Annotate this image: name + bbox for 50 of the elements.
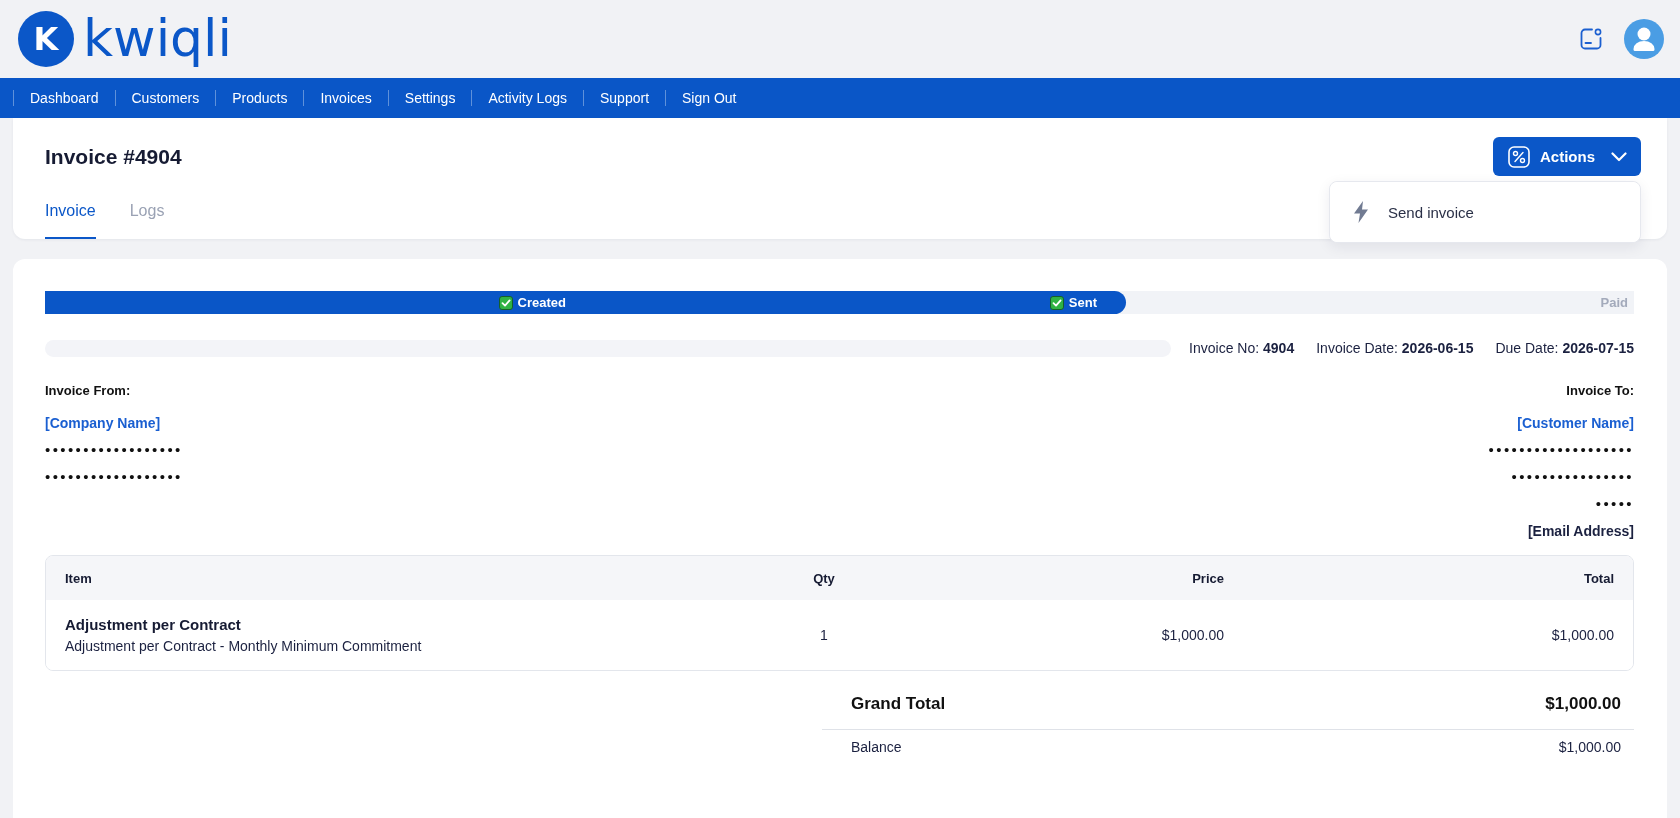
column-header: Item	[65, 570, 92, 586]
step-label: Created	[517, 295, 566, 310]
tab[interactable]: Invoice	[45, 184, 96, 239]
masked-address-line: ••••••••••••••••••	[45, 440, 183, 460]
total-value: $1,000.00	[1558, 739, 1621, 755]
party-heading: Invoice From:	[45, 382, 131, 400]
avatar-icon[interactable]	[1624, 19, 1664, 59]
nav-link[interactable]: Sign Out	[666, 89, 753, 107]
meta-text: Invoice Date: 2026-06-15	[1316, 339, 1474, 358]
lightning-icon	[1354, 201, 1368, 223]
total-value: $1,000.00	[1545, 694, 1621, 714]
nav-link[interactable]: Dashboard	[14, 89, 115, 107]
table-cell: $1,000.00	[1551, 627, 1614, 643]
item-name: Adjustment per Contract	[65, 615, 241, 635]
nav-link[interactable]: Invoices	[304, 89, 388, 107]
masked-address-line: ••••••••••••••••	[1511, 467, 1634, 487]
nav-link[interactable]: Activity Logs	[472, 89, 583, 107]
total-label: Balance	[851, 739, 902, 755]
notification-icon[interactable]	[1580, 28, 1602, 50]
table-cell: 1	[820, 627, 828, 643]
meta-text: Invoice No: 4904	[1189, 339, 1295, 358]
party-heading: Invoice To:	[1566, 382, 1634, 400]
nav-link[interactable]: Settings	[388, 89, 472, 107]
page-title: Invoice #4904	[45, 143, 182, 170]
chevron-down-icon	[1611, 151, 1627, 162]
percent-icon	[1508, 145, 1530, 168]
column-header: Total	[1583, 570, 1614, 586]
total-label: Grand Total	[851, 694, 946, 714]
step-label: Paid	[1600, 295, 1628, 310]
nav-link[interactable]: Customers	[115, 89, 216, 107]
menu-item[interactable]: Send invoice	[1330, 182, 1640, 242]
masked-address-line: ••••••••••••••••••	[45, 467, 183, 487]
party-name: [Customer Name]	[1517, 414, 1634, 433]
actions-button[interactable]: Actions	[1493, 137, 1641, 176]
masked-address-line: •••••••••••••••••••	[1488, 440, 1634, 460]
nav-link[interactable]: Support	[584, 89, 666, 107]
check-icon	[498, 295, 513, 310]
step-label: Sent	[1068, 295, 1097, 310]
column-header: Price	[1192, 570, 1224, 586]
table-cell: $1,000.00	[1161, 627, 1224, 643]
column-header: Qty	[813, 570, 835, 586]
masked-address-line: •••••	[1595, 494, 1634, 514]
item-description: Adjustment per Contract - Monthly Minimum Commitment	[65, 637, 422, 656]
nav-link[interactable]: Products	[216, 89, 304, 107]
check-icon	[1049, 295, 1064, 310]
logo-mark: K	[18, 11, 74, 67]
meta-text: Due Date: 2026-07-15	[1495, 339, 1634, 358]
logo-text: kwiqli	[83, 10, 232, 68]
party-name: [Company Name]	[45, 414, 161, 433]
email-text: [Email Address]	[1527, 522, 1634, 541]
